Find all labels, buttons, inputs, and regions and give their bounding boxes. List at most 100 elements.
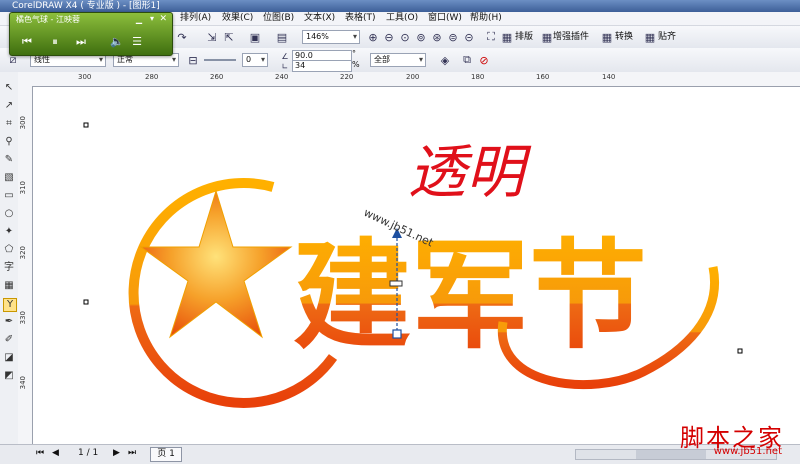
site-watermark-url: www.jb51.net [713,446,782,457]
table-tool-icon[interactable]: ▦ [3,280,15,292]
menu-arrange[interactable]: 排列(A) [180,12,211,25]
welcome-screen-icon[interactable]: ▤ [275,30,289,44]
transparency-tool-icon[interactable]: Y [3,298,17,312]
outline-tool-icon[interactable]: ✐ [3,334,15,346]
first-page-icon[interactable]: ⏮ [36,448,44,458]
eyedropper-tool-icon[interactable]: ✒ [3,316,15,328]
plugin-button[interactable]: 增强插件 [553,30,589,44]
player-close-icon[interactable]: ✕ [159,14,167,24]
ruler-top-label: 140 [602,73,616,81]
zoom-all-icon[interactable]: ⊚ [414,30,428,44]
drawing-canvas[interactable]: 建军节 透明 www.jb51.net [33,87,800,444]
fill-tool-icon[interactable]: ◪ [3,352,15,364]
copy-transparency-icon[interactable]: ⧉ [460,53,474,67]
vertical-ruler[interactable]: 300 310 320 330 340 [18,86,33,444]
ruler-left-label: 320 [19,246,27,260]
zoom-level-select[interactable]: 146% [302,30,360,44]
volume-icon[interactable]: 🔈 [110,35,124,49]
typeset-button[interactable]: 排版 [515,30,533,44]
playlist-icon[interactable]: ☰ [130,35,144,49]
ruler-left-label: 340 [19,376,27,390]
ruler-left-label: 300 [19,116,27,130]
snap-button[interactable]: 贴齐 [658,30,676,44]
zoom-height-icon[interactable]: ⊝ [462,30,476,44]
smart-fill-icon[interactable]: ▧ [3,172,15,184]
menu-tools[interactable]: 工具(O) [386,12,418,25]
import-icon[interactable]: ⇲ [205,30,219,44]
edge-pad-unit: % [352,60,360,69]
zoom-out-icon[interactable]: ⊖ [382,30,396,44]
menu-table[interactable]: 表格(T) [345,12,376,25]
next-track-icon[interactable]: ⏭ [74,35,88,49]
ruler-top-label: 300 [78,73,92,81]
artwork-svg: 建军节 透明 www.jb51.net [83,122,743,408]
handwritten-annotation: 透明 [408,138,532,206]
horizontal-ruler[interactable]: 300 280 260 240 220 200 180 160 140 [18,72,800,87]
edge-slider-icon[interactable]: ⊟ [186,53,200,67]
pick-tool-icon[interactable]: ↖ [3,82,15,94]
edge-value-field[interactable]: 0 [242,53,268,67]
interactive-fill-icon[interactable]: ◩ [3,370,15,382]
pause-icon[interactable]: ⏸ [48,35,62,49]
redo-icon[interactable]: ↷ [175,30,189,44]
clear-transparency-icon[interactable]: ⊘ [477,53,491,67]
selection-handle[interactable] [83,122,89,128]
menu-help[interactable]: 帮助(H) [470,12,502,25]
text-tool-icon[interactable]: 字 [3,262,15,274]
ruler-top-label: 280 [145,73,159,81]
selection-handle[interactable] [83,299,89,305]
previous-track-icon[interactable]: ⏮ [20,35,34,49]
selection-handle[interactable] [737,348,743,354]
freeze-icon[interactable]: ◈ [438,53,452,67]
transparency-end-node[interactable] [392,329,402,339]
player-track-title: 橘色气球 - 江映蓉 [16,15,80,24]
typeset-icon[interactable]: ▦ [500,30,514,44]
last-page-icon[interactable]: ⏭ [128,448,136,458]
convert-button[interactable]: 转换 [615,30,633,44]
polygon-tool-icon[interactable]: ✦ [3,226,15,238]
edge-slider[interactable] [204,59,236,61]
player-menu-icon[interactable]: ▾ [150,14,154,23]
rectangle-tool-icon[interactable]: ▭ [3,190,15,202]
page-tab-label: 页 1 [157,449,175,459]
zoom-page-icon[interactable]: ⊛ [430,30,444,44]
ruler-left-label: 310 [19,181,27,195]
shape-tool-icon[interactable]: ↗ [3,100,15,112]
menu-window[interactable]: 窗口(W) [428,12,462,25]
main-title-text: 建军节 [293,227,647,365]
page-tab[interactable]: 页 1 [150,447,182,462]
window-title: CorelDRAW X4 ( 专业版 ) - [图形1] [12,1,160,11]
zoom-width-icon[interactable]: ⊜ [446,30,460,44]
prev-page-icon[interactable]: ◀ [52,448,59,458]
merge-mode-value: 正常 [117,55,133,64]
next-page-icon[interactable]: ▶ [113,448,120,458]
media-player-widget[interactable]: 橘色气球 - 江映蓉 ▁ ▾ ✕ ⏮ ⏸ ⏭ 🔈 ☰ [9,12,173,56]
zoom-tool-icon[interactable]: ⚲ [3,136,15,148]
freehand-tool-icon[interactable]: ✎ [3,154,15,166]
transparency-target-value: 全部 [374,55,390,64]
edge-pad-value: 34 [295,61,306,70]
convert-icon[interactable]: ▦ [600,30,614,44]
plugin-icon[interactable]: ▦ [540,30,554,44]
ellipse-tool-icon[interactable]: ○ [3,208,15,220]
zoom-selected-icon[interactable]: ⊙ [398,30,412,44]
export-icon[interactable]: ⇱ [222,30,236,44]
crop-tool-icon[interactable]: ⌗ [3,118,15,130]
page-count: 1 / 1 [78,448,99,458]
transparency-type-value: 线性 [34,55,50,64]
menu-bitmaps[interactable]: 位图(B) [263,12,294,25]
basic-shapes-icon[interactable]: ⬠ [3,244,15,256]
player-minimize-icon[interactable]: ▁ [136,15,142,24]
snap-icon[interactable]: ▦ [643,30,657,44]
full-screen-icon[interactable]: ⛶ [484,30,498,44]
menu-text[interactable]: 文本(X) [304,12,335,25]
app-launcher-icon[interactable]: ▣ [248,30,262,44]
ruler-top-label: 260 [210,73,224,81]
transparency-target-select[interactable]: 全部 [370,53,426,67]
zoom-in-icon[interactable]: ⊕ [366,30,380,44]
edge-pad-field[interactable]: 34 [292,60,352,72]
toolbox: ↖ ↗ ⌗ ⚲ ✎ ▧ ▭ ○ ✦ ⬠ 字 ▦ Y ✒ ✐ ◪ ◩ [0,72,19,444]
menu-effects[interactable]: 效果(C) [222,12,253,25]
transparency-midpoint-slider[interactable] [389,280,403,287]
ruler-top-label: 180 [471,73,485,81]
